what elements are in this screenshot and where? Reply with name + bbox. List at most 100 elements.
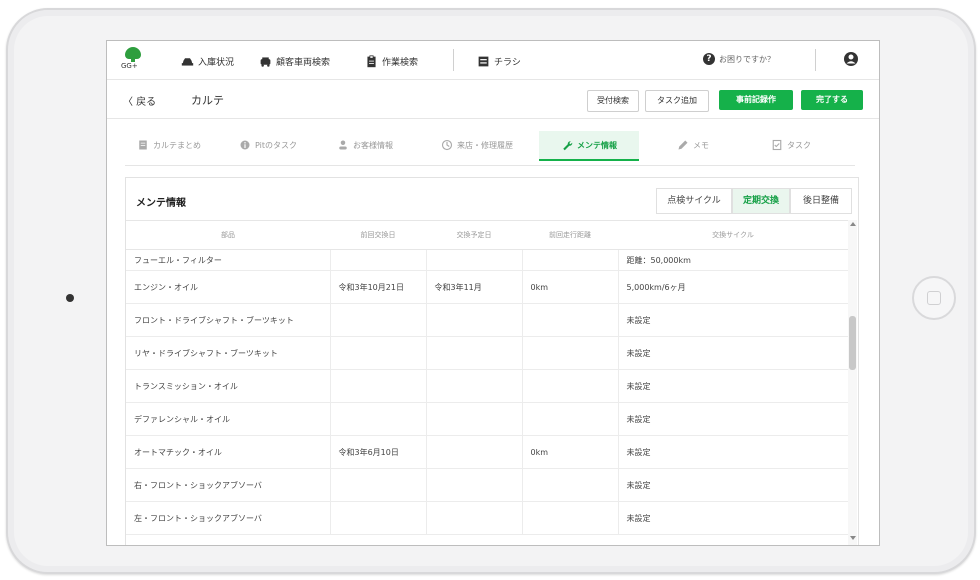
reception-search-button[interactable]: 受付検索 [587, 90, 639, 112]
segment-later-maintenance[interactable]: 後日整備 [790, 188, 852, 214]
table-cell [330, 402, 427, 436]
tab-memo[interactable]: メモ [677, 131, 709, 159]
tab-karte-summary[interactable]: カルテまとめ [137, 131, 201, 159]
table-cell [426, 369, 523, 403]
table-row[interactable]: リヤ・ドライブシャフト・ブーツキット 未設定 [126, 336, 848, 370]
pencil-icon [678, 140, 688, 150]
tab-visit-history[interactable]: 来店・修理履歴 [441, 131, 513, 159]
table-cell [426, 249, 523, 271]
nav-label: 入庫状況 [198, 57, 235, 68]
table-row[interactable]: 右・フロント・ショックアブソーバ 未設定 [126, 468, 848, 502]
scroll-down-icon[interactable] [850, 536, 856, 540]
table-cell [330, 303, 427, 337]
clipboard-icon [367, 54, 376, 67]
sub-header: 〈 戻る カルテ 受付検索 タスク追加 事前記録作 完了する [107, 80, 879, 119]
brand-text: GG+ [121, 62, 138, 70]
table-header-row: 部品 前回交換日 交換予定日 前回走行距離 交換サイクル [126, 220, 848, 250]
table-cell: 令和3年6月10日 [330, 435, 427, 469]
table-cell [426, 336, 523, 370]
table-cell: オートマチック・オイル [126, 435, 331, 469]
tab-task[interactable]: タスク [771, 131, 811, 159]
panel-title: メンテ情報 [136, 198, 186, 209]
column-header: 部品 [126, 220, 330, 250]
home-button[interactable] [912, 276, 956, 320]
info-icon [240, 140, 250, 150]
person-icon [339, 140, 347, 150]
flyer-icon [478, 56, 489, 66]
tab-customer-info[interactable]: お客様情報 [337, 131, 393, 159]
tab-pit-task[interactable]: Pitのタスク [239, 131, 297, 159]
segment-periodic-replacement[interactable]: 定期交換 [732, 188, 790, 214]
table-row[interactable]: オートマチック・オイル 令和3年6月10日 0km 未設定 [126, 435, 848, 469]
top-navigation: GG+ 入庫状況 顧客車両検索 作業検索 チラシ ? お困りですか？ [107, 41, 879, 80]
table-cell: 距離：50,000km [618, 249, 848, 271]
table-cell [330, 336, 427, 370]
table-cell [522, 402, 619, 436]
table-cell [522, 303, 619, 337]
table-cell: 未設定 [618, 501, 848, 535]
table-cell [330, 249, 427, 271]
app-screen: GG+ 入庫状況 顧客車両検索 作業検索 チラシ ? お困りですか？ 〈 戻る … [106, 40, 880, 546]
tab-divider [125, 165, 855, 166]
nav-item-flyer[interactable]: チラシ [477, 53, 521, 69]
segment-inspection-cycle[interactable]: 点検サイクル [656, 188, 732, 214]
nav-item-work-search[interactable]: 作業検索 [365, 53, 418, 69]
table-cell: トランスミッション・オイル [126, 369, 331, 403]
help-link[interactable]: ? お困りですか？ [703, 53, 775, 65]
table-cell [330, 468, 427, 502]
table-cell: 令和3年10月21日 [330, 270, 427, 304]
scrollbar-thumb[interactable] [849, 316, 856, 370]
table-row[interactable]: デファレンシャル・オイル 未設定 [126, 402, 848, 436]
table-scrollbar[interactable] [848, 220, 857, 545]
maintenance-table: 部品 前回交換日 交換予定日 前回走行距離 交換サイクル フューエル・フィルター… [126, 220, 848, 535]
history-icon [441, 139, 453, 151]
tab-maintenance-info[interactable]: メンテ情報 [539, 131, 639, 161]
table-cell: 未設定 [618, 336, 848, 370]
table-cell: エンジン・オイル [126, 270, 331, 304]
back-link[interactable]: 〈 戻る [123, 93, 156, 108]
help-label: お困りですか？ [719, 54, 775, 64]
nav-label: 顧客車両検索 [276, 57, 331, 68]
document-icon [139, 140, 147, 150]
table-row[interactable]: フロント・ドライブシャフト・ブーツキット 未設定 [126, 303, 848, 337]
table-row[interactable]: フューエル・フィルター 距離：50,000km [126, 249, 848, 271]
table-cell: 未設定 [618, 468, 848, 502]
nav-item-customer-search[interactable]: 顧客車両検索 [259, 53, 330, 69]
table-cell: 未設定 [618, 303, 848, 337]
table-cell: デファレンシャル・オイル [126, 402, 331, 436]
table-row[interactable]: エンジン・オイル 令和3年10月21日 令和3年11月 0km 5,000km/… [126, 270, 848, 304]
table-cell [330, 369, 427, 403]
table-cell [426, 468, 523, 502]
car-front-icon [260, 56, 271, 67]
table-cell [426, 501, 523, 535]
scroll-up-icon[interactable] [850, 222, 856, 226]
column-header: 交換サイクル [618, 220, 848, 250]
table-row[interactable]: トランスミッション・オイル 未設定 [126, 369, 848, 403]
table-cell [522, 468, 619, 502]
table-cell [426, 402, 523, 436]
table-cell: フロント・ドライブシャフト・ブーツキット [126, 303, 331, 337]
table-cell: フューエル・フィルター [126, 249, 331, 271]
table-cell: 未設定 [618, 402, 848, 436]
table-cell [522, 501, 619, 535]
brand-logo[interactable]: GG+ [121, 47, 147, 73]
table-cell: リヤ・ドライブシャフト・ブーツキット [126, 336, 331, 370]
car-icon [181, 57, 194, 66]
nav-item-status[interactable]: 入庫状況 [181, 53, 234, 69]
table-cell: 5,000km/6ヶ月 [618, 270, 848, 304]
pre-record-button[interactable]: 事前記録作 [719, 90, 793, 110]
table-cell [330, 501, 427, 535]
camera-dot [66, 294, 74, 302]
table-cell [426, 435, 523, 469]
user-account-icon[interactable] [843, 51, 859, 67]
table-cell: 左・フロント・ショックアブソーバ [126, 501, 331, 535]
table-cell [426, 303, 523, 337]
table-cell: 0km [522, 435, 619, 469]
table-cell: 未設定 [618, 369, 848, 403]
page-title: カルテ [191, 94, 224, 107]
table-row[interactable]: 左・フロント・ショックアブソーバ 未設定 [126, 501, 848, 535]
complete-button[interactable]: 完了する [801, 90, 863, 110]
table-cell: 右・フロント・ショックアブソーバ [126, 468, 331, 502]
nav-label: チラシ [494, 57, 521, 68]
add-task-button[interactable]: タスク追加 [645, 90, 709, 112]
